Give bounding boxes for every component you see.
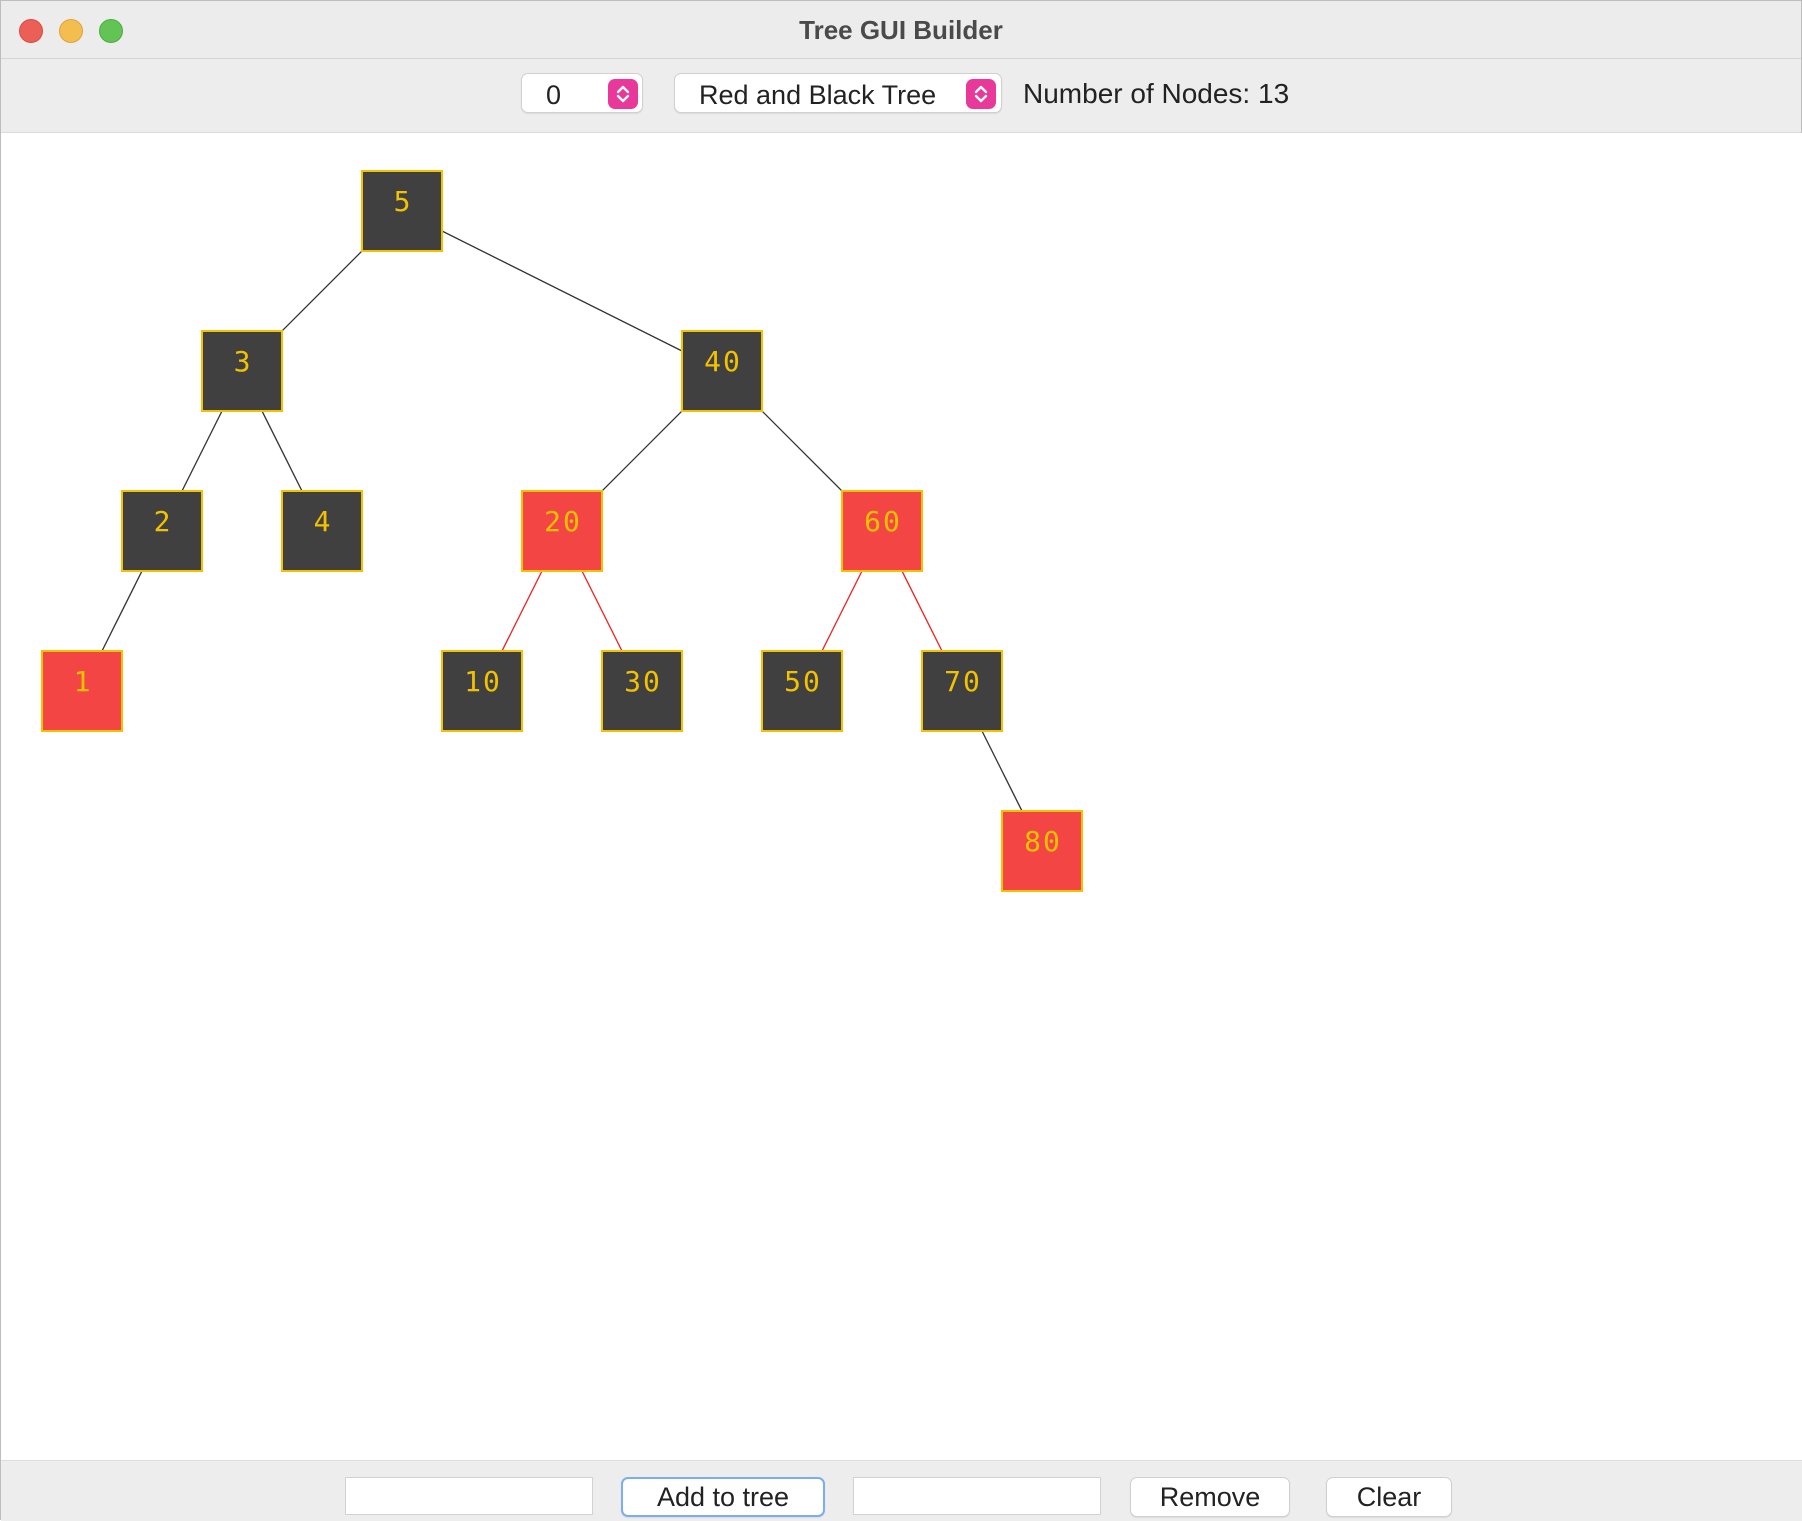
- tree-type-select[interactable]: Red and Black Tree: [674, 73, 1002, 113]
- tree-node-80: 80: [1001, 810, 1083, 892]
- tree-nodes: 5 3 40 2 4 20 60 1 10 30 50 70 80: [41, 170, 1083, 892]
- tree-node-10: 10: [441, 650, 523, 732]
- tree-node-70: 70: [921, 650, 1003, 732]
- tree-node-label: 30: [624, 665, 662, 698]
- number-select-chevron-icon[interactable]: [608, 79, 638, 109]
- tree-node-label: 40: [704, 345, 742, 378]
- tree-node-label: 10: [464, 665, 502, 698]
- tree-node-30: 30: [601, 650, 683, 732]
- add-to-tree-button[interactable]: Add to tree: [621, 1477, 825, 1517]
- number-select-value: 0: [546, 80, 562, 110]
- tree-node-20: 20: [521, 490, 603, 572]
- tree-node-label: 70: [944, 665, 982, 698]
- remove-button[interactable]: Remove: [1130, 1477, 1290, 1517]
- tree-node-40: 40: [681, 330, 763, 412]
- tree-node-label: 1: [74, 665, 93, 698]
- remove-value-input[interactable]: [853, 1477, 1101, 1515]
- toolbar: 0 Red and Black Tree Number of Nodes: 13: [1, 59, 1801, 133]
- number-select[interactable]: 0: [521, 73, 643, 113]
- tree-node-label: 60: [864, 505, 902, 538]
- tree-diagram: 5 3 40 2 4 20 60 1 10 30 50 70 80: [41, 170, 1083, 892]
- tree-node-60: 60: [841, 490, 923, 572]
- tree-node-label: 80: [1024, 825, 1062, 858]
- tree-node-4: 4: [281, 490, 363, 572]
- tree-edge-5-40: [401, 210, 723, 372]
- tree-node-label: 2: [154, 505, 173, 538]
- title-bar: Tree GUI Builder: [1, 1, 1801, 59]
- tree-node-label: 4: [314, 505, 333, 538]
- node-count-label: Number of Nodes: 13: [1023, 78, 1290, 109]
- add-value-input[interactable]: [345, 1477, 593, 1515]
- window-title: Tree GUI Builder: [799, 15, 1003, 45]
- bottom-bar: Add to tree Remove Clear: [1, 1460, 1802, 1521]
- tree-node-5: 5: [361, 170, 443, 252]
- clear-button[interactable]: Clear: [1326, 1477, 1452, 1517]
- tree-node-1: 1: [41, 650, 123, 732]
- tree-node-label: 5: [394, 185, 413, 218]
- tree-gui-builder-window: Tree GUI Builder 0 Red and Black Tree Nu…: [0, 0, 1802, 1521]
- tree-canvas: 5 3 40 2 4 20 60 1 10 30 50 70 80: [1, 133, 1802, 1460]
- tree-node-label: 20: [544, 505, 582, 538]
- tree-node-3: 3: [201, 330, 283, 412]
- tree-node-label: 50: [784, 665, 822, 698]
- tree-node-label: 3: [234, 345, 253, 378]
- tree-type-chevron-icon[interactable]: [966, 79, 996, 109]
- tree-type-select-value: Red and Black Tree: [699, 80, 937, 110]
- tree-node-50: 50: [761, 650, 843, 732]
- tree-node-2: 2: [121, 490, 203, 572]
